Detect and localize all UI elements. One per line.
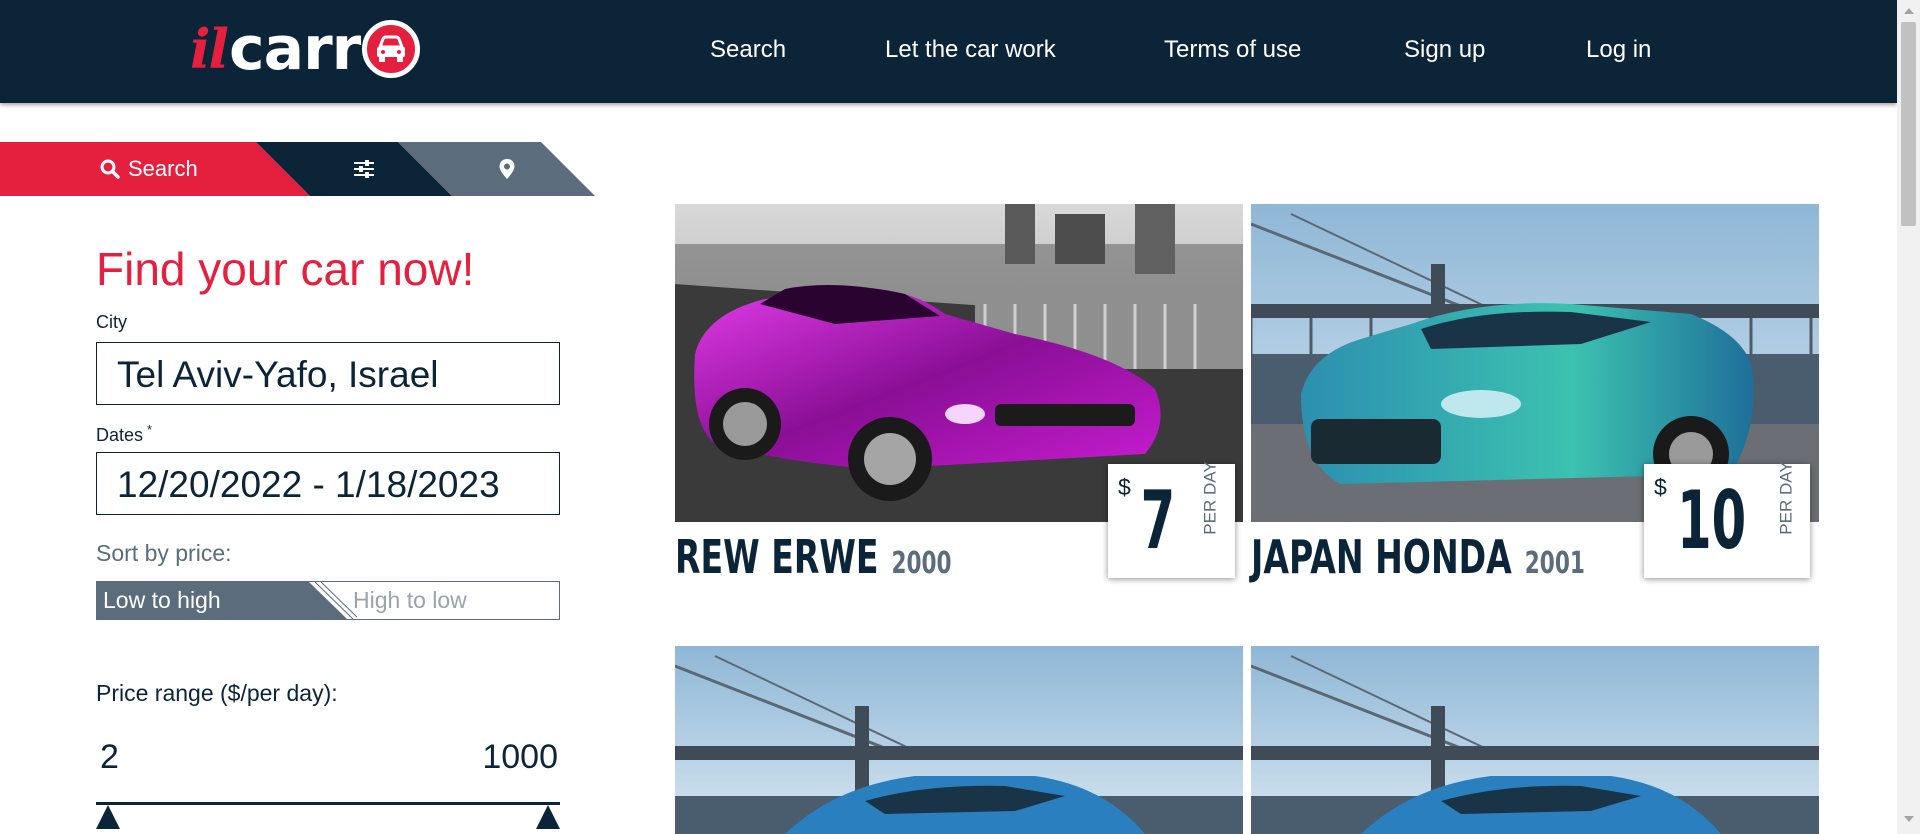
car-photo-blue-sedan[interactable] (675, 646, 1243, 834)
page-title: Find your car now! (96, 243, 475, 295)
nav-let-the-car-work[interactable]: Let the car work (885, 36, 1056, 64)
search-icon (100, 159, 120, 179)
price-max-handle[interactable] (536, 805, 560, 829)
dates-label: Dates * (96, 422, 152, 446)
price-badge: $ 10 PER DAY (1644, 461, 1810, 578)
car-name: REW ERWE (675, 530, 879, 584)
scroll-up-icon[interactable] (1904, 8, 1914, 14)
scroll-thumb[interactable] (1901, 22, 1916, 226)
price-per-day: PER DAY (1200, 461, 1220, 535)
page-scrollbar[interactable] (1897, 0, 1920, 834)
price-badge: $ 7 PER DAY (1108, 461, 1235, 578)
sort-high-to-low-button[interactable]: High to low (353, 582, 560, 619)
car-card[interactable] (1251, 646, 1819, 834)
car-title: REW ERWE 2000 (675, 530, 952, 584)
ilcarro-logo[interactable]: il carr (190, 14, 421, 84)
top-header: il carr Search Let the car work Terms of… (0, 0, 1897, 103)
nav-search[interactable]: Search (710, 36, 786, 64)
car-title: JAPAN HONDA 2001 (1251, 530, 1585, 584)
car-photo-blue-sedan[interactable] (1251, 646, 1819, 834)
sort-divider (315, 582, 357, 619)
price-value: 10 (1677, 474, 1747, 567)
price-range-slider[interactable] (96, 802, 560, 805)
nav-sign-up[interactable]: Sign up (1404, 36, 1485, 64)
car-front-icon (362, 20, 421, 78)
car-card[interactable]: REW ERWE 2000 $ 7 PER DAY (675, 204, 1243, 604)
scroll-down-icon[interactable] (1904, 816, 1914, 822)
nav-log-in[interactable]: Log in (1586, 36, 1651, 64)
tab-search[interactable]: Search (0, 142, 310, 196)
map-pin-icon (499, 159, 515, 179)
dates-input[interactable]: 12/20/2022 - 1/18/2023 (96, 452, 560, 515)
logo-car-text: carr (229, 14, 361, 84)
car-year: 2001 (1524, 546, 1585, 581)
sort-label: Sort by price: (96, 540, 232, 566)
price-min-value: 2 (100, 738, 119, 776)
price-per-day: PER DAY (1776, 461, 1796, 535)
price-min-handle[interactable] (96, 805, 120, 829)
sliders-icon (354, 160, 374, 178)
car-year: 2000 (891, 546, 952, 581)
price-currency: $ (1118, 474, 1131, 500)
car-card[interactable] (675, 646, 1243, 834)
price-currency: $ (1654, 474, 1667, 500)
sort-low-to-high-button[interactable]: Low to high (97, 582, 347, 619)
price-value: 7 (1140, 474, 1175, 567)
city-input[interactable]: Tel Aviv-Yafo, Israel (96, 342, 560, 405)
dates-label-text: Dates (96, 425, 144, 445)
city-label: City (96, 312, 127, 332)
nav-terms-of-use[interactable]: Terms of use (1164, 36, 1301, 64)
tab-search-label: Search (128, 156, 198, 181)
price-range-label: Price range ($/per day): (96, 680, 338, 706)
logo-il-text: il (190, 17, 229, 81)
required-asterisk: * (147, 422, 153, 437)
sort-toggle: Low to high High to low (96, 581, 560, 620)
car-name: JAPAN HONDA (1251, 530, 1512, 584)
car-card[interactable]: JAPAN HONDA 2001 $ 10 PER DAY (1251, 204, 1819, 604)
price-max-value: 1000 (482, 738, 558, 776)
